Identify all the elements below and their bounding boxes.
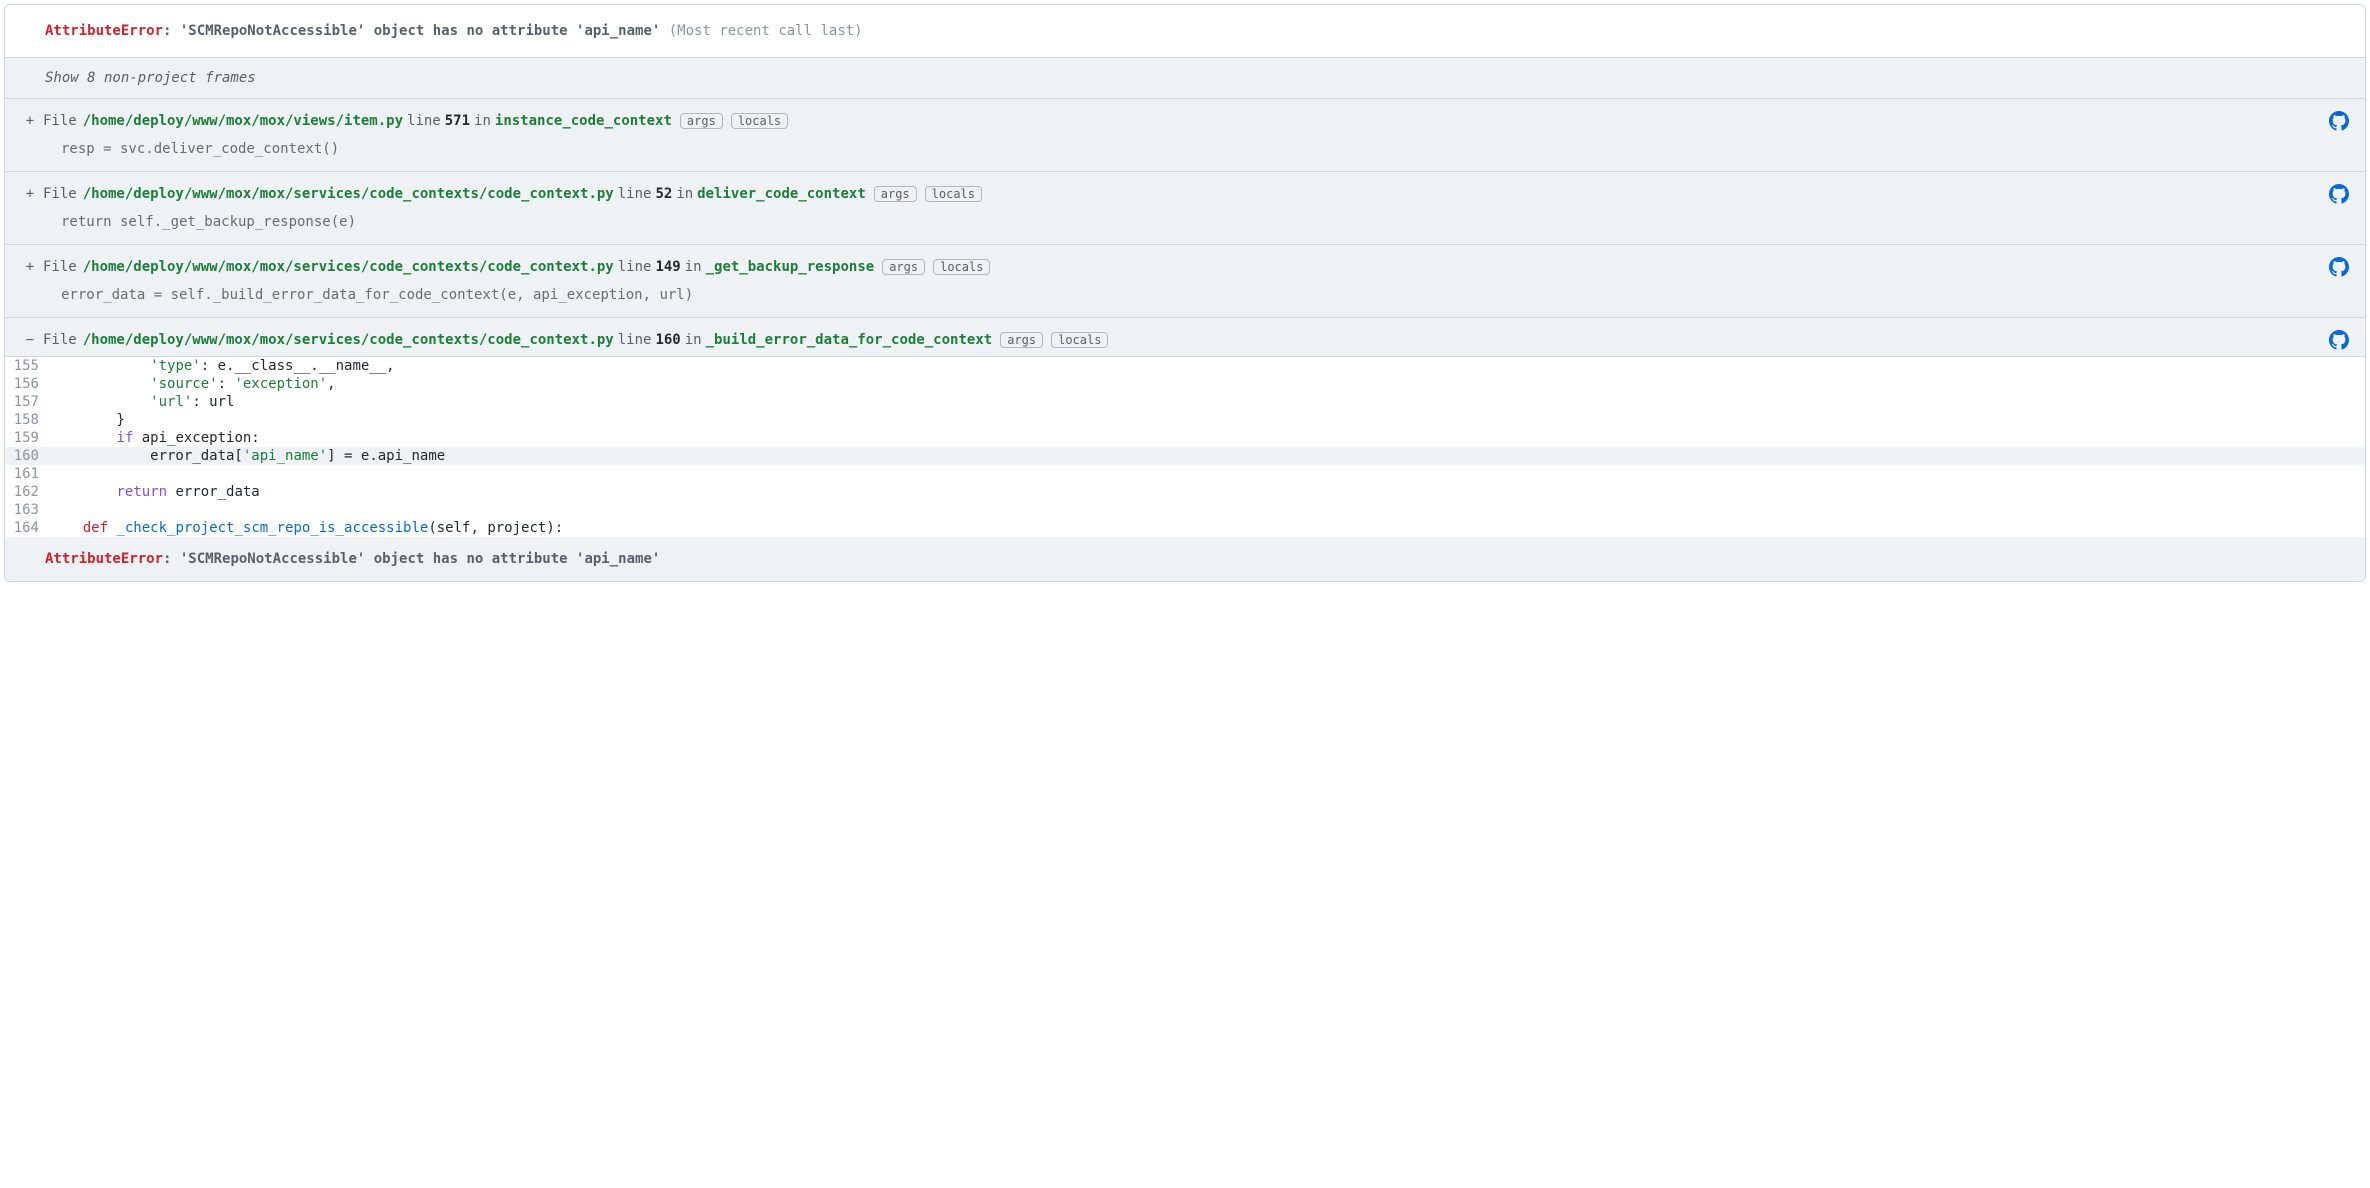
args-button[interactable]: args [680,113,723,129]
footer-error-message: : 'SCMRepoNotAccessible' object has no a… [163,551,660,567]
line-gutter: 156 [5,375,49,393]
stack-frame: −File /home/deploy/www/mox/mox/services/… [5,318,2365,537]
github-icon[interactable] [2329,111,2349,131]
locals-button[interactable]: locals [925,186,982,202]
in-label: in [676,186,693,202]
file-label: File [43,332,77,348]
code-line: 164 def _check_project_scm_repo_is_acces… [5,519,2365,537]
expand-toggle[interactable]: + [21,186,39,202]
function-name: deliver_code_context [697,186,866,202]
function-name: instance_code_context [495,113,672,129]
code-block: 155 'type': e.__class__.__name__,156 'so… [5,356,2365,537]
error-header: AttributeError: 'SCMRepoNotAccessible' o… [5,5,2365,58]
code-line: 158 } [5,411,2365,429]
file-label: File [43,113,77,129]
line-number: 160 [655,332,680,348]
frame-snippet: error_data = self._build_error_data_for_… [5,283,2365,317]
github-icon[interactable] [2329,257,2349,277]
locals-button[interactable]: locals [731,113,788,129]
file-path: /home/deploy/www/mox/mox/services/code_c… [83,186,614,202]
expand-toggle[interactable]: + [21,259,39,275]
function-name: _build_error_data_for_code_context [706,332,993,348]
code-line: 160 error_data['api_name'] = e.api_name [5,447,2365,465]
frame-snippet: return self._get_backup_response(e) [5,210,2365,244]
frame-header: +File /home/deploy/www/mox/mox/services/… [5,172,2365,210]
code-content: 'source': 'exception', [49,375,336,393]
line-label: line [618,332,652,348]
show-hidden-frames-button[interactable]: Show 8 non-project frames [5,58,2365,99]
line-gutter: 161 [5,465,49,483]
line-gutter: 164 [5,519,49,537]
locals-button[interactable]: locals [1051,332,1108,348]
code-line: 156 'source': 'exception', [5,375,2365,393]
code-line: 157 'url': url [5,393,2365,411]
line-number: 149 [655,259,680,275]
file-path: /home/deploy/www/mox/mox/views/item.py [83,113,403,129]
stack-frame: +File /home/deploy/www/mox/mox/views/ite… [5,99,2365,172]
line-gutter: 155 [5,357,49,375]
code-line: 159 if api_exception: [5,429,2365,447]
frame-snippet: resp = svc.deliver_code_context() [5,137,2365,171]
code-content: return error_data [49,483,260,501]
locals-button[interactable]: locals [933,259,990,275]
github-icon[interactable] [2329,330,2349,350]
line-gutter: 160 [5,447,49,465]
code-line: 161 [5,465,2365,483]
line-gutter: 158 [5,411,49,429]
function-name: _get_backup_response [706,259,875,275]
frame-header: −File /home/deploy/www/mox/mox/services/… [5,318,2365,356]
args-button[interactable]: args [874,186,917,202]
code-content: error_data['api_name'] = e.api_name [49,447,445,465]
code-content: 'type': e.__class__.__name__, [49,357,395,375]
stack-frame: +File /home/deploy/www/mox/mox/services/… [5,245,2365,318]
github-icon[interactable] [2329,184,2349,204]
code-content: def _check_project_scm_repo_is_accessibl… [49,519,563,537]
args-button[interactable]: args [882,259,925,275]
code-line: 163 [5,501,2365,519]
error-message: : 'SCMRepoNotAccessible' object has no a… [163,23,660,39]
in-label: in [685,332,702,348]
file-label: File [43,186,77,202]
expand-toggle[interactable]: − [21,332,39,348]
line-label: line [618,259,652,275]
line-label: line [407,113,441,129]
args-button[interactable]: args [1000,332,1043,348]
code-line: 155 'type': e.__class__.__name__, [5,357,2365,375]
line-number: 52 [655,186,672,202]
footer-error-type: AttributeError [45,551,163,567]
file-label: File [43,259,77,275]
line-gutter: 162 [5,483,49,501]
file-path: /home/deploy/www/mox/mox/services/code_c… [83,332,614,348]
stack-frame: +File /home/deploy/www/mox/mox/services/… [5,172,2365,245]
line-label: line [618,186,652,202]
frame-header: +File /home/deploy/www/mox/mox/services/… [5,245,2365,283]
code-content: if api_exception: [49,429,260,447]
traceback-container: AttributeError: 'SCMRepoNotAccessible' o… [4,4,2366,582]
frame-header: +File /home/deploy/www/mox/mox/views/ite… [5,99,2365,137]
code-content: 'url': url [49,393,234,411]
code-content: } [49,411,125,429]
line-gutter: 159 [5,429,49,447]
footer-error: AttributeError: 'SCMRepoNotAccessible' o… [5,537,2365,581]
expand-toggle[interactable]: + [21,113,39,129]
line-gutter: 163 [5,501,49,519]
line-number: 571 [445,113,470,129]
line-gutter: 157 [5,393,49,411]
in-label: in [685,259,702,275]
code-line: 162 return error_data [5,483,2365,501]
in-label: in [474,113,491,129]
error-note: (Most recent call last) [669,23,863,39]
file-path: /home/deploy/www/mox/mox/services/code_c… [83,259,614,275]
error-type: AttributeError [45,23,163,39]
